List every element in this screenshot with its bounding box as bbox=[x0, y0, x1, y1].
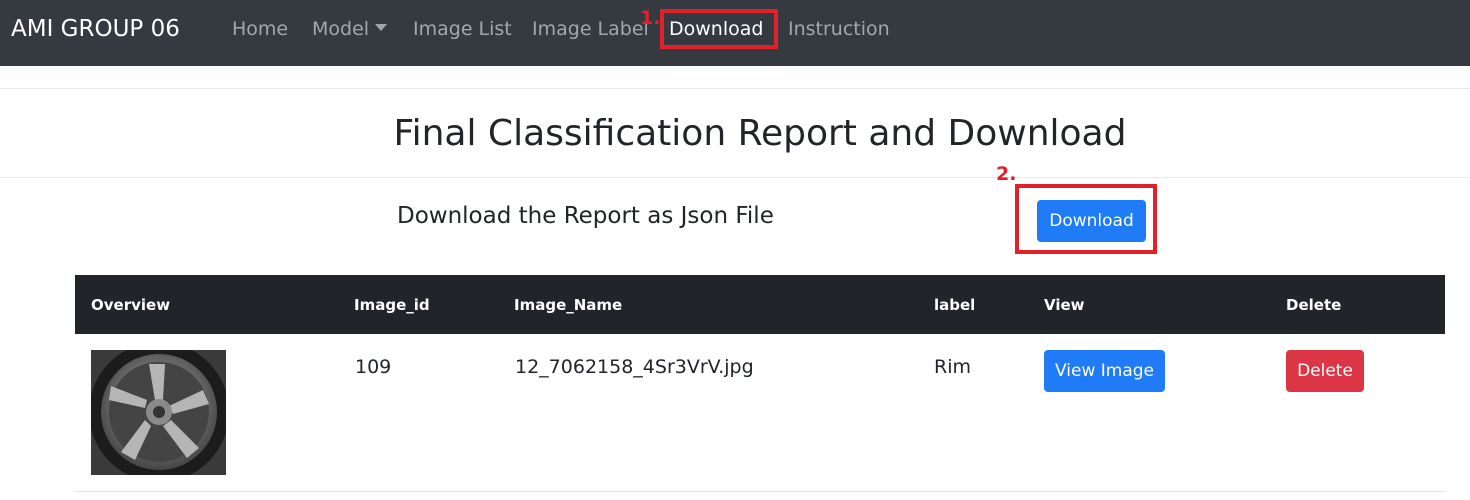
cell-image-name: 12_7062158_4Sr3VrV.jpg bbox=[515, 356, 754, 378]
nav-instruction[interactable]: Instruction bbox=[788, 18, 890, 40]
view-image-button[interactable]: View Image bbox=[1044, 350, 1165, 392]
chevron-down-icon bbox=[375, 24, 388, 31]
delete-button[interactable]: Delete bbox=[1286, 350, 1364, 392]
table-header: Overview Image_id Image_Name label View … bbox=[75, 275, 1445, 334]
nav-image-list[interactable]: Image List bbox=[413, 18, 512, 40]
cell-label: Rim bbox=[934, 356, 971, 378]
column-header-image-name: Image_Name bbox=[514, 296, 623, 314]
callout-step1-number: 1. bbox=[640, 7, 661, 29]
nav-model-label: Model bbox=[312, 18, 370, 40]
header-divider-top bbox=[0, 88, 1470, 89]
column-header-image-id: Image_id bbox=[354, 296, 430, 314]
report-subtitle: Download the Report as Json File bbox=[397, 203, 774, 229]
cell-image-id: 109 bbox=[355, 356, 392, 378]
column-header-label: label bbox=[934, 296, 976, 314]
callout-step1-box bbox=[660, 9, 778, 49]
download-json-button[interactable]: Download bbox=[1037, 200, 1146, 242]
header-divider-bottom bbox=[0, 177, 1470, 178]
wheel-rim-thumbnail[interactable] bbox=[91, 350, 226, 475]
nav-model[interactable]: Model bbox=[312, 18, 388, 40]
column-header-delete: Delete bbox=[1286, 296, 1342, 314]
column-header-overview: Overview bbox=[91, 296, 171, 314]
wheel-rim-image bbox=[91, 350, 226, 475]
nav-home[interactable]: Home bbox=[232, 18, 288, 40]
navbar: AMI GROUP 06 Home Model Image List Image… bbox=[0, 0, 1470, 66]
brand-logo[interactable]: AMI GROUP 06 bbox=[11, 16, 180, 42]
column-header-view: View bbox=[1044, 296, 1085, 314]
row-divider bbox=[75, 491, 1445, 492]
nav-image-label[interactable]: Image Label bbox=[532, 18, 649, 40]
page-title: Final Classification Report and Download bbox=[393, 113, 1127, 154]
callout-step2-number: 2. bbox=[996, 163, 1017, 185]
